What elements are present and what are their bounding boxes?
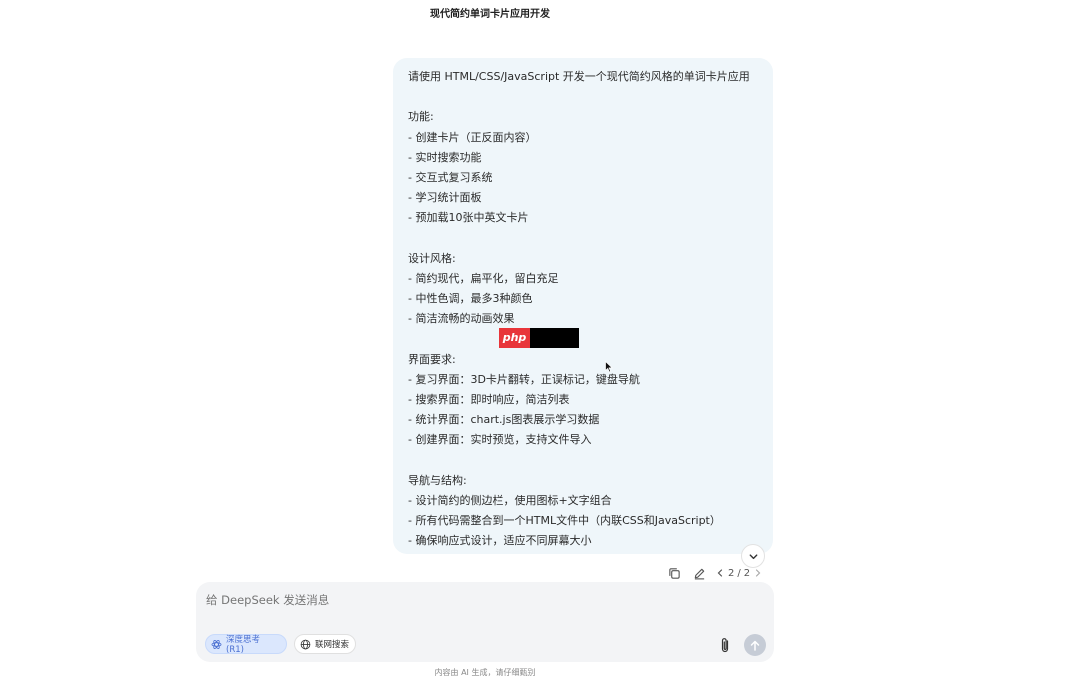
deep-think-label: 深度思考 (R1) — [226, 635, 261, 655]
web-search-label: 联网搜索 — [315, 640, 350, 650]
mouse-cursor-icon — [605, 361, 613, 373]
message-line: - 复习界面：3D卡片翻转，正误标记，键盘导航 — [408, 372, 640, 386]
response-pager: 2/2 — [715, 568, 763, 579]
message-line: - 创建卡片（正反面内容） — [408, 130, 537, 144]
message-line: - 确保响应式设计，适应不同屏幕大小 — [408, 534, 592, 548]
attach-button[interactable] — [716, 635, 734, 655]
arrow-up-icon — [750, 640, 760, 651]
message-line: - 搜索界面：即时响应，简洁列表 — [408, 393, 570, 406]
pager-separator: / — [737, 567, 741, 579]
message-line: - 设计简约的侧边栏，使用图标+文字组合 — [408, 493, 612, 507]
atom-icon — [211, 639, 222, 649]
chevron-left-icon[interactable] — [715, 568, 725, 578]
php-watermark: php — [499, 328, 579, 348]
message-line: - 创建界面：实时预览，支持文件导入 — [408, 433, 592, 447]
message-input[interactable] — [206, 592, 706, 608]
message-line — [408, 229, 759, 249]
message-actions: 2/2 — [665, 563, 763, 583]
chat-title: 现代简约单词卡片应用开发 — [430, 9, 550, 20]
message-line — [408, 329, 759, 349]
message-composer: 深度思考 (R1) 联网搜索 — [196, 582, 774, 662]
chevron-right-icon[interactable] — [753, 568, 763, 578]
ai-disclaimer: 内容由 AI 生成，请仔细甄别 — [434, 668, 536, 677]
message-line: - 统计界面：chart.js图表展示学习数据 — [408, 413, 600, 427]
message-line: - 简约现代，扁平化，留白充足 — [408, 271, 559, 285]
message-line: 界面要求: — [408, 352, 456, 366]
message-line — [408, 87, 759, 107]
web-search-toggle[interactable]: 联网搜索 — [294, 634, 356, 654]
globe-icon — [300, 639, 311, 649]
message-line: - 实时搜索功能 — [408, 150, 482, 164]
chevron-down-icon — [749, 553, 757, 559]
message-line: - 所有代码需整合到一个HTML文件中（内联CSS和JavaScript） — [408, 514, 721, 528]
message-line: 请使用 HTML/CSS/JavaScript 开发一个现代简约风格的单词卡片应… — [408, 70, 750, 83]
paperclip-icon — [721, 637, 729, 652]
message-line: - 中性色调，最多3种颜色 — [408, 292, 533, 306]
message-line: - 预加载10张中英文卡片 — [408, 211, 529, 225]
user-message-bubble: 请使用 HTML/CSS/JavaScript 开发一个现代简约风格的单词卡片应… — [393, 58, 773, 554]
deep-think-toggle[interactable]: 深度思考 (R1) — [205, 634, 287, 655]
pager-total: 2 — [743, 567, 751, 579]
edit-button[interactable] — [690, 564, 708, 582]
message-line — [408, 451, 759, 471]
message-body: 请使用 HTML/CSS/JavaScript 开发一个现代简约风格的单词卡片应… — [408, 67, 759, 552]
message-line: - 简洁流畅的动画效果 — [408, 312, 515, 326]
message-line: 功能: — [408, 110, 434, 124]
send-button[interactable] — [744, 634, 766, 656]
php-watermark-text: php — [499, 328, 530, 348]
message-line: 导航与结构: — [408, 473, 467, 487]
copy-button[interactable] — [665, 564, 683, 582]
copy-icon — [668, 567, 680, 579]
message-line: - 学习统计面板 — [408, 191, 482, 205]
message-line: 设计风格: — [408, 251, 456, 265]
message-line: - 交互式复习系统 — [408, 170, 493, 184]
pager-current: 2 — [728, 567, 735, 579]
edit-icon — [694, 568, 704, 579]
